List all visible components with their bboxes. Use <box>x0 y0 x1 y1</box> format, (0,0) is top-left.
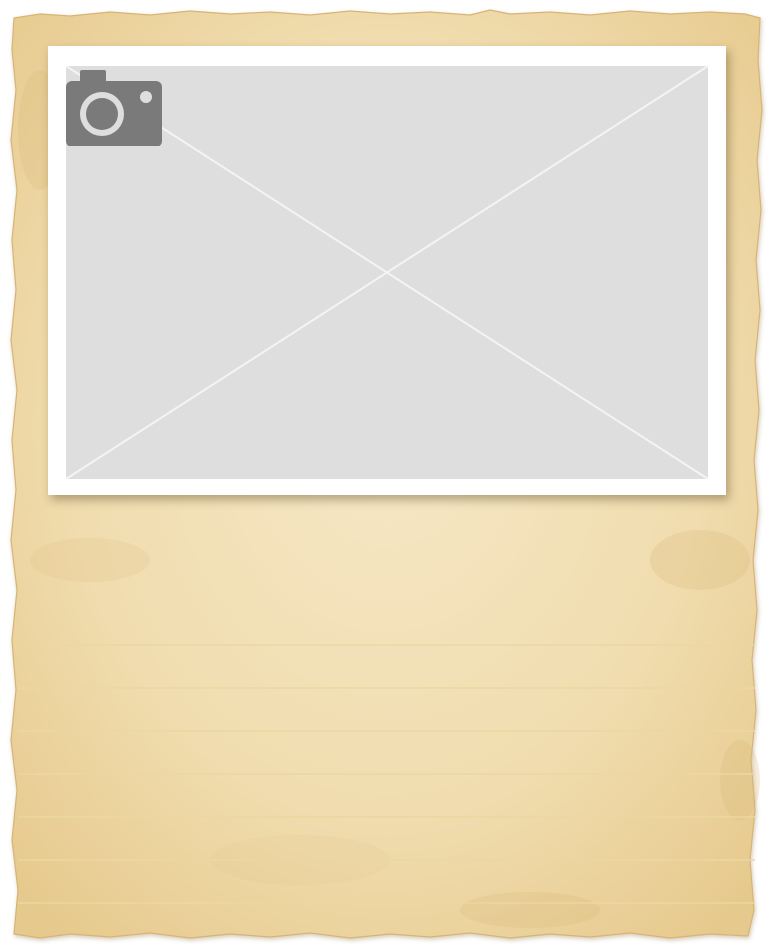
camera-icon <box>66 70 162 146</box>
paper-stain <box>210 835 390 885</box>
paper-stain <box>650 530 750 590</box>
photo-placeholder[interactable] <box>66 66 708 479</box>
paper-stain <box>460 892 600 928</box>
placeholder-diagonals <box>66 66 708 479</box>
paper-stain <box>720 740 760 820</box>
vintage-note-card <box>0 0 776 952</box>
paper-stain <box>30 538 150 582</box>
photo-frame <box>48 46 726 495</box>
